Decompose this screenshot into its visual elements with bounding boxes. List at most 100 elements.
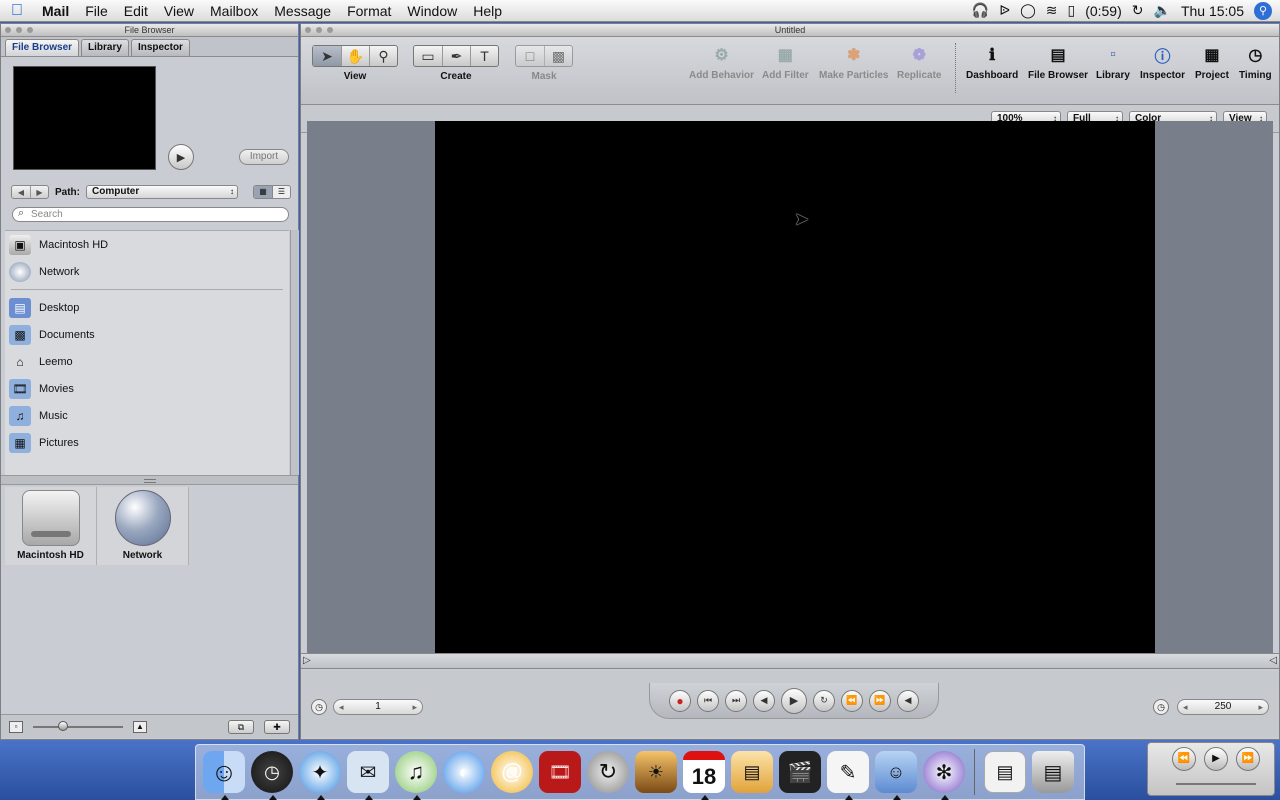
library-button[interactable]: ▫ Library [1096, 43, 1130, 81]
pan-hand-icon[interactable]: ✋ [341, 46, 369, 66]
tab-file-browser[interactable]: File Browser [5, 39, 80, 56]
split-divider-handle[interactable] [1, 475, 298, 485]
dock-item-iphoto[interactable]: ☀ [632, 748, 680, 796]
menu-mailbox[interactable]: Mailbox [202, 0, 266, 22]
record-button[interactable]: ● [669, 689, 691, 712]
close-window-icon[interactable] [305, 27, 311, 33]
sidebar-item-movies[interactable]: 🎞 Movies [5, 375, 289, 402]
mini-timeline[interactable]: ▷ ◁ [301, 653, 1279, 669]
in-point-marker-icon[interactable]: ▷ [303, 655, 311, 666]
dock-item-address[interactable]: @ [488, 748, 536, 796]
project-button[interactable]: ▦ Project [1195, 43, 1229, 81]
select-arrow-icon[interactable]: ➤ [313, 46, 341, 66]
audio-toggle-button[interactable]: ◀ [897, 689, 919, 712]
import-button[interactable]: Import [239, 149, 289, 165]
dashboard-button[interactable]: ℹ Dashboard [966, 43, 1018, 81]
dock-item-ical[interactable]: 18 [680, 748, 728, 800]
preview-play-button[interactable]: ▶ [168, 144, 194, 170]
file-browser-titlebar[interactable]: File Browser [1, 24, 298, 37]
sidebar-item-pictures[interactable]: ▦ Pictures [5, 429, 289, 456]
mini-play-button[interactable]: ▶ [1204, 747, 1228, 771]
add-filter-button[interactable]: ▦ Add Filter [762, 43, 809, 81]
replicate-button[interactable]: ❁ Replicate [897, 43, 941, 81]
menu-clock[interactable]: Thu 15:05 [1181, 3, 1244, 19]
back-arrow-icon[interactable]: ◀ [12, 186, 30, 198]
fast-forward-button[interactable]: ⏩ [1236, 747, 1260, 771]
menu-view[interactable]: View [156, 0, 202, 22]
go-to-end-button[interactable]: ⏭ [725, 689, 747, 712]
dock-item-final-cut[interactable]: 🎬 [776, 748, 824, 796]
dock-item-textedit[interactable]: ✎ [824, 748, 872, 800]
headphones-icon[interactable]: 🎧 [972, 2, 989, 19]
end-frame-field[interactable]: 250 [1177, 699, 1269, 715]
tab-library[interactable]: Library [81, 39, 129, 56]
current-frame-field[interactable]: 1 [333, 699, 423, 715]
add-behavior-button[interactable]: ⚙ Add Behavior [689, 43, 754, 81]
sidebar-item-documents[interactable]: ▩ Documents [5, 321, 289, 348]
ichat-status-icon[interactable]: ◯ [1020, 2, 1036, 19]
apple-menu-icon[interactable]:  [0, 2, 34, 20]
menu-help[interactable]: Help [465, 0, 510, 22]
sidebar-scrollbar[interactable] [290, 230, 299, 475]
list-view-icon[interactable]: ☰ [272, 186, 290, 198]
dock-item-finder-faces[interactable]: ☺ [872, 748, 920, 800]
battery-time[interactable]: (0:59) [1085, 3, 1122, 19]
menu-window[interactable]: Window [399, 0, 465, 22]
next-frame-button[interactable]: ⏩ [869, 689, 891, 712]
close-window-icon[interactable] [5, 27, 11, 33]
dock-item-isync[interactable]: ↻ [584, 748, 632, 796]
dock-item-dashboard[interactable]: ◷ [248, 748, 296, 800]
large-icon-size-icon[interactable]: ▲ [133, 720, 147, 733]
zoom-window-icon[interactable] [27, 27, 33, 33]
tab-inspector[interactable]: Inspector [130, 39, 190, 56]
play-button[interactable]: ▶ [781, 687, 807, 714]
zoom-magnifier-icon[interactable]: ⚲ [369, 46, 397, 66]
sidebar-item-music[interactable]: ♫ Music [5, 402, 289, 429]
spotlight-icon[interactable]: ⚲ [1254, 1, 1272, 20]
new-folder-button[interactable]: ✚ [264, 719, 290, 734]
sidebar-item-leemo[interactable]: ⌂ Leemo [5, 348, 289, 375]
grid-item-network[interactable]: Network [97, 487, 189, 565]
bezier-mask-icon[interactable]: ▩ [544, 46, 572, 66]
step-back-button[interactable]: ◀ [753, 689, 775, 712]
slider-knob[interactable] [58, 720, 68, 731]
rectangle-tool-icon[interactable]: ▭ [414, 46, 442, 66]
dock-item-finder[interactable]: ☺ [200, 748, 248, 800]
menu-format[interactable]: Format [339, 0, 399, 22]
dock-item-trash[interactable]: ▤ [1029, 748, 1077, 796]
canvas-titlebar[interactable]: Untitled [301, 24, 1279, 37]
previous-frame-button[interactable]: ⏪ [841, 689, 863, 712]
search-input[interactable]: Search [12, 207, 289, 222]
menu-message[interactable]: Message [266, 0, 339, 22]
minimize-window-icon[interactable] [16, 27, 22, 33]
sidebar-item-macintosh-hd[interactable]: ▣ Macintosh HD [5, 231, 289, 258]
dock-item-itunes[interactable]: ♫ [392, 748, 440, 800]
grid-item-macintosh-hd[interactable]: Macintosh HD [5, 487, 97, 565]
canvas[interactable] [435, 121, 1155, 653]
out-point-marker-icon[interactable]: ◁ [1269, 655, 1277, 666]
path-popup[interactable]: Computer [86, 185, 238, 199]
dock-item-motion[interactable]: ✻ [920, 748, 968, 800]
menu-edit[interactable]: Edit [116, 0, 156, 22]
bezier-tool-icon[interactable]: ✒ [442, 46, 470, 66]
minimize-window-icon[interactable] [316, 27, 322, 33]
text-tool-icon[interactable]: T [470, 46, 498, 66]
wifi-icon[interactable]: ≋ [1046, 2, 1058, 19]
dock-item-document[interactable]: ▤ [981, 748, 1029, 796]
small-icon-size-icon[interactable]: ▫ [9, 720, 23, 733]
menu-app-name[interactable]: Mail [34, 0, 77, 22]
rewind-button[interactable]: ⏪ [1172, 747, 1196, 771]
file-browser-button[interactable]: ▤ File Browser [1028, 43, 1088, 81]
make-particles-button[interactable]: ✽ Make Particles [819, 43, 889, 81]
duplicate-button[interactable]: ⧉ [228, 719, 254, 734]
dock-item-preview[interactable]: ▤ [728, 748, 776, 796]
icon-size-slider[interactable] [33, 720, 123, 731]
icon-view-icon[interactable]: ▦ [254, 186, 272, 198]
dock-item-safari[interactable]: ✦ [296, 748, 344, 800]
go-to-start-button[interactable]: ⏮ [697, 689, 719, 712]
volume-slider[interactable] [1176, 783, 1256, 785]
forward-arrow-icon[interactable]: ▶ [30, 186, 48, 198]
timing-button[interactable]: ◷ Timing [1239, 43, 1272, 81]
inspector-button[interactable]: ⓘ Inspector [1140, 43, 1185, 81]
zoom-window-icon[interactable] [327, 27, 333, 33]
